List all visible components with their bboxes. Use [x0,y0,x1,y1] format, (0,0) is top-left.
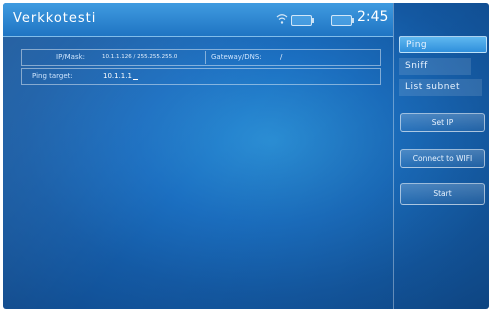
wifi-icon [276,14,288,24]
connect-wifi-button[interactable]: Connect to WIFI [400,149,485,168]
field-separator [205,51,206,64]
battery-icon-secondary [331,15,354,26]
start-button[interactable]: Start [400,183,485,205]
text-cursor [132,79,138,80]
ipmask-value[interactable]: 10.1.1.126 / 255.255.255.0 [102,50,177,65]
ping-target-row[interactable]: Ping target: 10.1.1.1 [21,68,381,85]
app-screen: Verkkotesti 2:45 IP/Mask: 10.1.1.126 / 2… [3,3,489,309]
title-bar: Verkkotesti 2:45 [3,3,393,37]
ping-target-label: Ping target: [32,72,73,80]
clock: 2:45 [357,9,389,25]
gateway-value[interactable]: / [280,50,282,65]
app-title: Verkkotesti [13,11,97,26]
ping-target-value: 10.1.1.1 [103,72,132,80]
ping-target-input[interactable]: 10.1.1.1 [103,69,138,84]
battery-icon [291,15,314,26]
tab-ping[interactable]: Ping [399,36,487,53]
set-ip-button[interactable]: Set IP [400,113,485,132]
ipmask-label: IP/Mask: [56,53,86,61]
side-panel: Ping Sniff List subnet Set IP Connect to… [394,3,489,309]
network-info-row: IP/Mask: 10.1.1.126 / 255.255.255.0 Gate… [21,49,381,66]
tab-list-subnet[interactable]: List subnet [399,79,482,96]
tab-sniff[interactable]: Sniff [399,58,471,75]
gateway-label: Gateway/DNS: [211,53,262,61]
